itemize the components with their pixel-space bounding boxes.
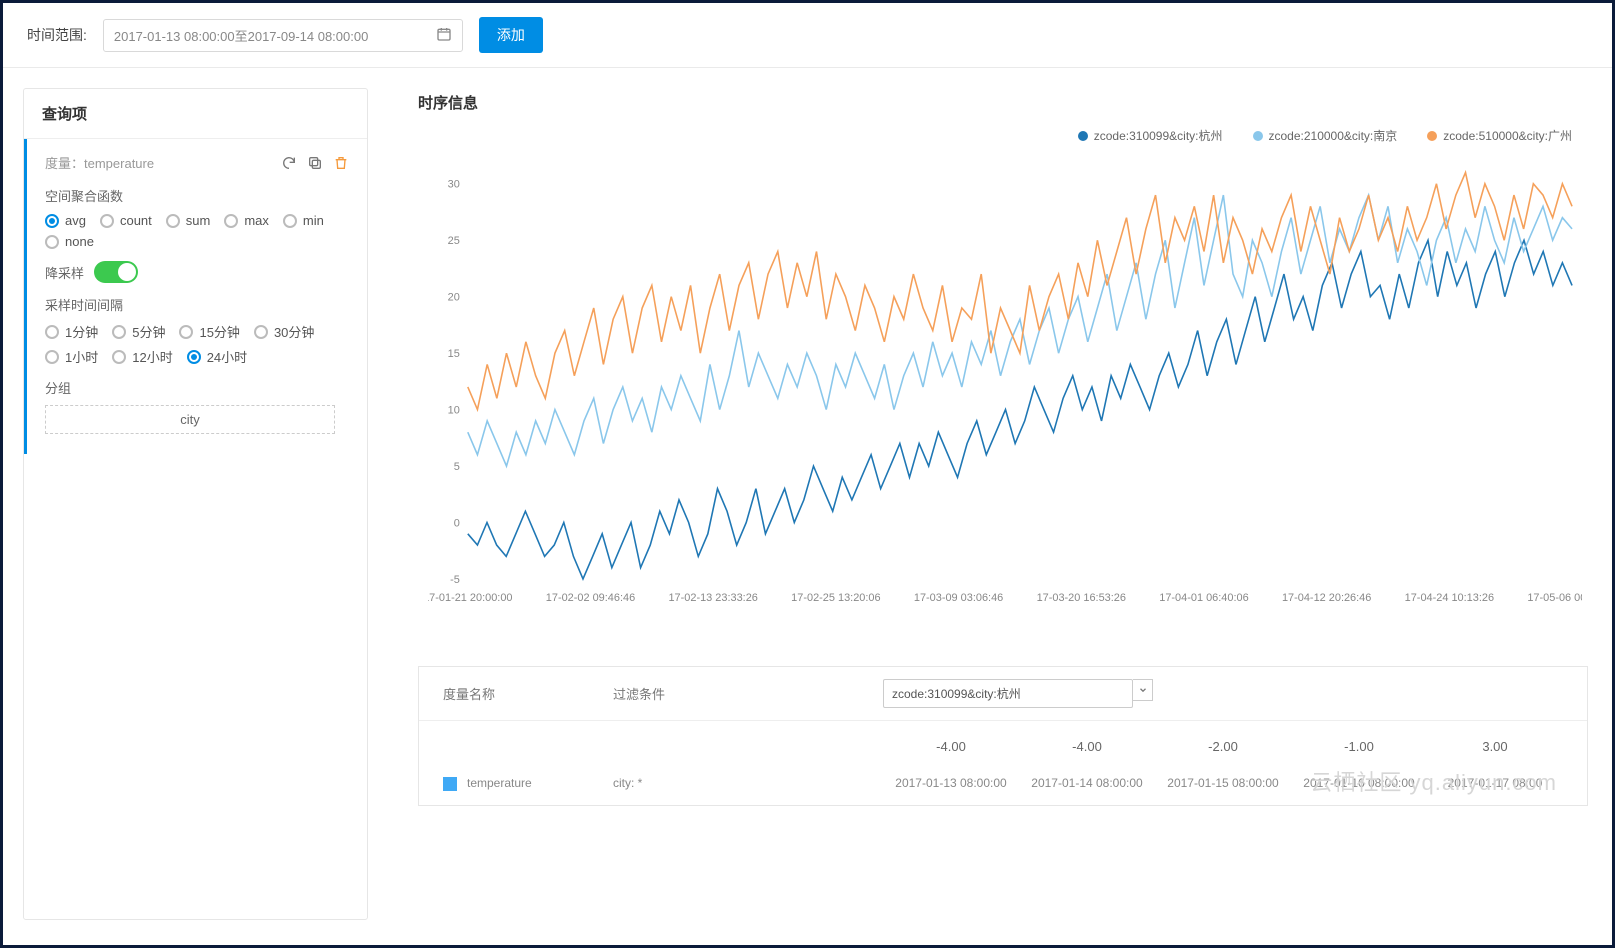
table-value: -1.00 (1291, 739, 1427, 754)
series-color-swatch (443, 777, 457, 791)
legend-item[interactable]: zcode:510000&city:广州 (1427, 127, 1572, 144)
svg-text:17-04-24 10:13:26: 17-04-24 10:13:26 (1405, 592, 1494, 604)
chevron-down-icon[interactable] (1133, 679, 1153, 701)
table-value: -4.00 (1019, 739, 1155, 754)
svg-text:17-04-01 06:40:06: 17-04-01 06:40:06 (1159, 592, 1248, 604)
query-sidebar: 查询项 度量：temperature 空间聚合函数 avg count sum (23, 88, 368, 920)
svg-text:-5: -5 (450, 574, 460, 586)
radio-agg-max[interactable]: max (224, 213, 269, 228)
table-date: 2017-01-16 08:00:00 (1291, 776, 1427, 791)
time-range-label: 时间范围: (27, 25, 87, 45)
svg-text:17-02-25 13:20:06: 17-02-25 13:20:06 (791, 592, 880, 604)
radio-interval-1小时[interactable]: 1小时 (45, 347, 98, 366)
table-value: -4.00 (883, 739, 1019, 754)
calendar-icon (436, 26, 452, 45)
chart-panel: 时序信息 zcode:310099&city:杭州 zcode:210000&ci… (388, 88, 1592, 920)
downsample-toggle[interactable] (94, 261, 138, 283)
svg-text:17-03-09 03:06:46: 17-03-09 03:06:46 (914, 592, 1003, 604)
series-select[interactable]: zcode:310099&city:杭州 (883, 679, 1133, 708)
interval-title: 采样时间间隔 (45, 295, 349, 314)
series-select-value: zcode:310099&city:杭州 (892, 685, 1021, 702)
svg-text:17-05-06 00:00:00: 17-05-06 00:00:00 (1527, 592, 1582, 604)
trash-icon[interactable] (333, 155, 349, 171)
svg-text:25: 25 (448, 235, 460, 247)
svg-text:10: 10 (448, 405, 460, 417)
copy-icon[interactable] (307, 155, 323, 171)
data-table: 度量名称 过滤条件 zcode:310099&city:杭州 -4.00-4.0… (418, 666, 1588, 806)
interval-radio-group: 1分钟 5分钟 15分钟 30分钟 1小时 12小时 24小时 (45, 322, 349, 366)
radio-interval-5分钟[interactable]: 5分钟 (112, 322, 165, 341)
radio-interval-12小时[interactable]: 12小时 (112, 347, 172, 366)
radio-agg-none[interactable]: none (45, 234, 94, 249)
chart-legend: zcode:310099&city:杭州 zcode:210000&city:南京… (388, 127, 1592, 150)
table-date: 2017-01-15 08:00:00 (1155, 776, 1291, 791)
svg-text:30: 30 (448, 179, 460, 191)
top-toolbar: 时间范围: 添加 (3, 3, 1612, 68)
radio-interval-30分钟[interactable]: 30分钟 (254, 322, 314, 341)
col-filter: 过滤条件 (613, 684, 883, 703)
svg-text:17-01-21 20:00:00: 17-01-21 20:00:00 (428, 592, 512, 604)
add-button[interactable]: 添加 (479, 17, 543, 53)
svg-text:17-04-12 20:26:46: 17-04-12 20:26:46 (1282, 592, 1371, 604)
radio-interval-15分钟[interactable]: 15分钟 (179, 322, 239, 341)
svg-text:15: 15 (448, 348, 460, 360)
date-range-input[interactable] (114, 28, 436, 43)
radio-interval-24小时[interactable]: 24小时 (187, 347, 247, 366)
radio-agg-avg[interactable]: avg (45, 213, 86, 228)
refresh-icon[interactable] (281, 155, 297, 171)
radio-agg-sum[interactable]: sum (166, 213, 211, 228)
sidebar-title: 查询项 (24, 89, 367, 139)
date-range-picker[interactable] (103, 19, 463, 52)
row-metric: temperature (467, 776, 532, 790)
row-filter: city: * (613, 776, 883, 791)
table-value: -2.00 (1155, 739, 1291, 754)
radio-interval-1分钟[interactable]: 1分钟 (45, 322, 98, 341)
agg-radio-group: avg count summaxmin none (45, 213, 349, 249)
chart-area: -5 0 5 10 15 20 25 30 17-01-21 20:00:00 17-02-02 … (388, 150, 1592, 650)
svg-text:17-02-02 09:46:46: 17-02-02 09:46:46 (546, 592, 635, 604)
table-value: 3.00 (1427, 739, 1563, 754)
col-metric-name: 度量名称 (443, 684, 613, 703)
svg-text:17-03-20 16:53:26: 17-03-20 16:53:26 (1037, 592, 1126, 604)
group-title: 分组 (45, 378, 349, 397)
agg-title: 空间聚合函数 (45, 186, 349, 205)
group-tag[interactable]: city (45, 405, 335, 434)
chart-title: 时序信息 (388, 88, 1592, 127)
svg-text:17-02-13 23:33:26: 17-02-13 23:33:26 (668, 592, 757, 604)
line-chart[interactable]: -5 0 5 10 15 20 25 30 17-01-21 20:00:00 17-02-02 … (428, 150, 1582, 620)
radio-agg-count[interactable]: count (100, 213, 152, 228)
svg-text:0: 0 (454, 518, 460, 530)
svg-text:5: 5 (454, 461, 460, 473)
table-date: 2017-01-13 08:00:00 (883, 776, 1019, 791)
metric-label: 度量：temperature (45, 153, 154, 172)
legend-item[interactable]: zcode:210000&city:南京 (1253, 127, 1398, 144)
table-date: 2017-01-17 08:00 (1427, 776, 1563, 791)
downsample-label: 降采样 (45, 263, 84, 282)
table-date: 2017-01-14 08:00:00 (1019, 776, 1155, 791)
radio-agg-min[interactable]: min (283, 213, 324, 228)
svg-text:20: 20 (448, 292, 460, 304)
legend-item[interactable]: zcode:310099&city:杭州 (1078, 127, 1223, 144)
